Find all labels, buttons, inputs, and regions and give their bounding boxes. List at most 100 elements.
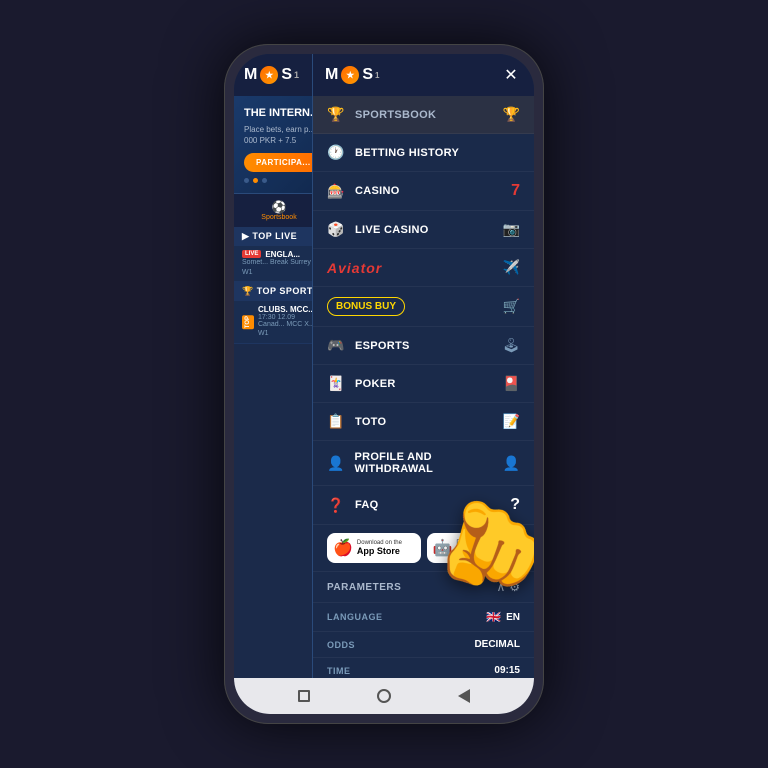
phone-device: 9:16 4G 79 <box>224 44 544 724</box>
match-game-2: W1 <box>258 330 269 339</box>
casino-label: CASINO <box>355 185 400 197</box>
esports-icon: 🎮 <box>327 337 345 354</box>
time-value: 09:15 <box>494 665 520 676</box>
param-time[interactable]: TIME 09:15 <box>313 658 534 678</box>
menu-item-bonus-buy[interactable]: BONUS BUY 🛒 <box>313 287 534 327</box>
menu-header: M ★ S 1 ✕ <box>313 54 534 96</box>
parameters-header[interactable]: PARAMETERS ∧ ⚙ <box>313 572 534 603</box>
android-name: Android <box>456 546 491 556</box>
android-icon: 🤖 <box>433 538 453 558</box>
app-store-name: App Store <box>357 546 402 556</box>
aviator-label: Aviator <box>327 260 382 276</box>
app-store-button[interactable]: 🍎 Download on the App Store <box>327 533 421 563</box>
app-logo: M ★ S 1 <box>244 66 299 84</box>
android-store-button[interactable]: 🤖 Download for Android <box>427 533 521 563</box>
top-badge: TOP <box>242 315 254 329</box>
bonus-buy-icon: 🛒 <box>503 298 520 315</box>
live-badge: LIVE <box>242 250 261 258</box>
phone-screen: 9:16 4G 79 <box>234 54 534 714</box>
betting-history-icon: 🕐 <box>327 144 345 161</box>
menu-item-aviator[interactable]: Aviator ✈️ <box>313 249 534 287</box>
phone-bottom-bar <box>234 678 534 714</box>
esports-right-icon: 🕹 <box>502 337 520 354</box>
participate-button[interactable]: PARTICIPA... <box>244 153 323 172</box>
profile-label: PROFILE AND WITHDRAWAL <box>354 451 502 475</box>
live-casino-icon: 🎲 <box>327 221 345 238</box>
menu-logo-m: M <box>325 66 338 84</box>
faq-right-icon: ? <box>510 496 520 514</box>
dot-3 <box>262 178 267 183</box>
nav-sportsbook-label: Sportsbook <box>261 214 296 221</box>
language-text: EN <box>506 612 520 623</box>
logo-m: M <box>244 66 257 84</box>
close-button[interactable]: ✕ <box>500 64 522 86</box>
live-casino-label: LIVE CASINO <box>355 224 429 236</box>
betting-history-label: BETTING HISTORY <box>355 147 459 159</box>
settings-icon: ⚙ <box>509 580 520 594</box>
faq-icon: ❓ <box>327 497 345 514</box>
dot-2 <box>253 178 258 183</box>
menu-logo: M ★ S 1 <box>325 66 379 84</box>
match-game-1: W1 <box>242 269 253 276</box>
menu-item-toto[interactable]: 📋 TOTO 📝 <box>313 403 534 441</box>
screen-content: 9:16 4G 79 <box>234 54 534 678</box>
sportsbook-right-icon: 🏆 <box>503 106 520 123</box>
language-value: 🇬🇧 EN <box>486 610 520 624</box>
bonus-buy-label: BONUS BUY <box>327 297 405 316</box>
odds-label: ODDS <box>327 640 355 650</box>
profile-right-icon: 👤 <box>503 455 520 472</box>
nav-sportsbook[interactable]: ⚽ Sportsbook <box>234 198 324 223</box>
menu-item-live-casino[interactable]: 🎲 LIVE CASINO 📷 <box>313 211 534 249</box>
param-odds[interactable]: ODDS DECIMAL <box>313 632 534 658</box>
menu-logo-circle: ★ <box>341 66 359 84</box>
menu-item-esports[interactable]: 🎮 ESPORTS 🕹 <box>313 327 534 365</box>
aviator-plane-icon: ✈️ <box>503 259 520 276</box>
faq-label: FAQ <box>355 499 379 511</box>
parameters-toggle[interactable]: ∧ ⚙ <box>496 580 520 594</box>
casino-icon: 🎰 <box>327 183 345 200</box>
flag-uk-icon: 🇬🇧 <box>486 610 501 624</box>
odds-value: DECIMAL <box>474 639 520 650</box>
dot-1 <box>244 178 249 183</box>
poker-label: POKER <box>355 378 396 390</box>
back-button[interactable] <box>295 687 313 705</box>
casino-right-icon: 7 <box>511 182 520 200</box>
side-menu: M ★ S 1 ✕ 🏆 SPORTSBOOK 🏆 <box>312 54 534 678</box>
time-label: TIME <box>327 666 351 676</box>
home-button[interactable] <box>375 687 393 705</box>
circle-icon <box>377 689 391 703</box>
logo-superscript: 1 <box>294 70 299 80</box>
sportsbook-label: SPORTSBOOK <box>355 109 436 121</box>
parameters-title: PARAMETERS <box>327 582 401 593</box>
toto-label: TOTO <box>355 416 386 428</box>
profile-icon: 👤 <box>327 455 344 472</box>
menu-item-betting-history[interactable]: 🕐 BETTING HISTORY <box>313 134 534 172</box>
toto-right-icon: 📝 <box>503 413 520 430</box>
menu-item-faq[interactable]: ❓ FAQ ? <box>313 486 534 525</box>
menu-item-profile[interactable]: 👤 PROFILE AND WITHDRAWAL 👤 <box>313 441 534 486</box>
logo-circle: ★ <box>260 66 278 84</box>
menu-logo-s: S <box>362 66 373 84</box>
apple-icon: 🍎 <box>333 538 353 558</box>
esports-label: ESPORTS <box>355 340 410 352</box>
menu-logo-sup: 1 <box>375 71 379 80</box>
logo-s: S <box>281 66 292 84</box>
toto-icon: 📋 <box>327 413 345 430</box>
menu-item-poker[interactable]: 🃏 POKER 🎴 <box>313 365 534 403</box>
poker-right-icon: 🎴 <box>503 375 520 392</box>
live-casino-right-icon: 📷 <box>503 221 520 238</box>
chevron-up-icon: ∧ <box>496 580 505 594</box>
match-teams-1: ENGLA... <box>265 250 300 259</box>
menu-items-container: 🏆 SPORTSBOOK 🏆 🕐 BETTING HISTORY <box>313 96 534 678</box>
triangle-icon <box>458 689 470 703</box>
recents-button[interactable] <box>455 687 473 705</box>
store-buttons: 🍎 Download on the App Store 🤖 Download f… <box>313 525 534 572</box>
language-label: LANGUAGE <box>327 612 383 622</box>
sportsbook-icon: 🏆 <box>327 106 345 123</box>
param-language[interactable]: LANGUAGE 🇬🇧 EN <box>313 603 534 632</box>
nav-sportsbook-icon: ⚽ <box>234 200 324 214</box>
menu-item-sportsbook[interactable]: 🏆 SPORTSBOOK 🏆 <box>313 96 534 134</box>
menu-item-casino[interactable]: 🎰 CASINO 7 <box>313 172 534 211</box>
square-icon <box>298 690 310 702</box>
poker-icon: 🃏 <box>327 375 345 392</box>
